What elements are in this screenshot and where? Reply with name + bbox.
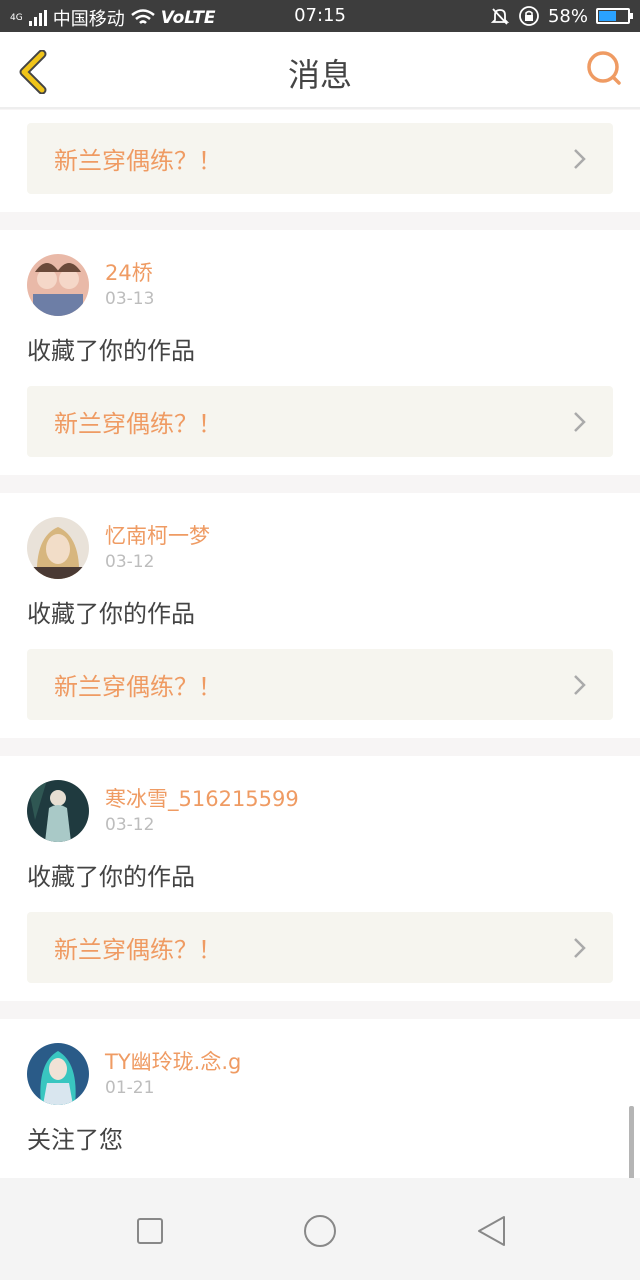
user-info: 寒冰雪_516215599 03-12 xyxy=(105,785,299,837)
user-info: 忆南柯一梦 03-12 xyxy=(105,522,210,574)
message-date: 03-12 xyxy=(105,815,155,835)
circle-home-icon[interactable] xyxy=(303,1214,337,1248)
avatar[interactable] xyxy=(27,780,89,842)
action-text: 关注了您 xyxy=(27,1126,123,1154)
work-link[interactable]: 新兰穿偶练？！ xyxy=(27,123,613,194)
work-title: 新兰穿偶练？！ xyxy=(54,673,222,701)
message-card: 忆南柯一梦 03-12 收藏了你的作品 新兰穿偶练？！ xyxy=(0,493,640,738)
battery-icon xyxy=(596,8,633,24)
work-title: 新兰穿偶练？！ xyxy=(54,410,222,438)
action-text: 收藏了你的作品 xyxy=(27,600,195,628)
message-user[interactable]: TY幽玲珑.念.g 01-21 xyxy=(27,1043,613,1105)
battery-percent: 58% xyxy=(547,5,588,27)
triangle-back-icon[interactable] xyxy=(474,1214,508,1248)
square-recent-apps-icon[interactable] xyxy=(133,1214,167,1248)
work-link[interactable]: 新兰穿偶练？！ xyxy=(27,649,613,720)
work-title: 新兰穿偶练？！ xyxy=(54,147,222,175)
username[interactable]: TY幽玲珑.念.g xyxy=(105,1048,241,1076)
status-right: 58% xyxy=(490,5,633,27)
user-info: 24桥 03-13 xyxy=(105,259,154,311)
silent-bell-icon xyxy=(490,8,510,25)
message-user[interactable]: 寒冰雪_516215599 03-12 xyxy=(27,780,613,842)
username[interactable]: 寒冰雪_516215599 xyxy=(105,785,299,813)
chevron-right-icon xyxy=(574,412,586,432)
message-date: 03-13 xyxy=(105,289,155,309)
message-card: 新兰穿偶练？！ xyxy=(0,110,640,212)
message-user[interactable]: 忆南柯一梦 03-12 xyxy=(27,517,613,579)
message-card: TY幽玲珑.念.g 01-21 关注了您 xyxy=(0,1019,640,1178)
username[interactable]: 24桥 xyxy=(105,259,154,287)
search-icon[interactable] xyxy=(586,50,622,86)
action-text: 收藏了你的作品 xyxy=(27,337,195,365)
system-nav-bar xyxy=(0,1178,640,1280)
rotation-lock-icon xyxy=(519,6,539,26)
chevron-right-icon xyxy=(574,149,586,169)
message-date: 01-21 xyxy=(105,1078,155,1098)
work-title: 新兰穿偶练？！ xyxy=(54,936,222,964)
message-card: 24桥 03-13 收藏了你的作品 新兰穿偶练？！ xyxy=(0,230,640,475)
message-date: 03-12 xyxy=(105,552,155,572)
avatar[interactable] xyxy=(27,1043,89,1105)
page-title: 消息 xyxy=(287,56,352,94)
user-info: TY幽玲珑.念.g 01-21 xyxy=(105,1048,241,1100)
username[interactable]: 忆南柯一梦 xyxy=(105,522,210,550)
work-link[interactable]: 新兰穿偶练？！ xyxy=(27,912,613,983)
work-link[interactable]: 新兰穿偶练？！ xyxy=(27,386,613,457)
message-list[interactable]: 新兰穿偶练？！ 24桥 03-13 收藏了你的作品 新兰穿偶练？！ 忆南柯一梦 … xyxy=(0,110,640,1178)
message-user[interactable]: 24桥 03-13 xyxy=(27,254,613,316)
app-header: 消息 xyxy=(0,32,640,109)
avatar[interactable] xyxy=(27,254,89,316)
action-text: 收藏了你的作品 xyxy=(27,863,195,891)
chevron-right-icon xyxy=(574,675,586,695)
message-card: 寒冰雪_516215599 03-12 收藏了你的作品 新兰穿偶练？！ xyxy=(0,756,640,1001)
status-bar: 4G 中国移动 VoLTE 07:15 58% xyxy=(0,0,640,32)
avatar[interactable] xyxy=(27,517,89,579)
chevron-right-icon xyxy=(574,938,586,958)
